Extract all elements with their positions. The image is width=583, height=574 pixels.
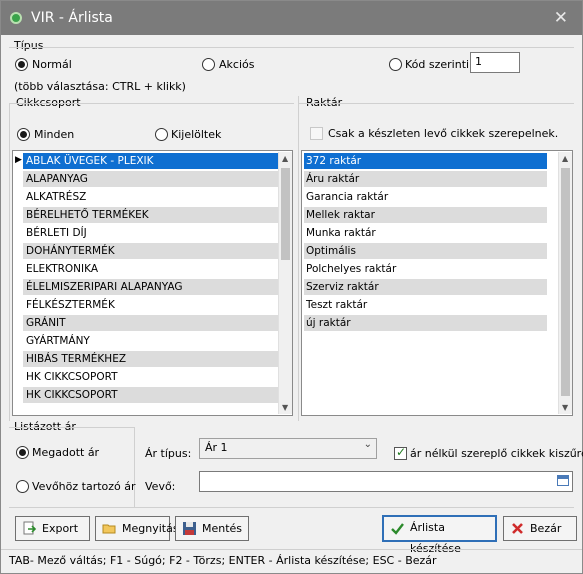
list-item[interactable]: FÉLKÉSZTERMÉK	[23, 297, 281, 313]
raktar-list[interactable]: 372 raktár Áru raktár Garancia raktár Me…	[301, 150, 573, 416]
list-item[interactable]: Mellek raktar	[304, 207, 547, 223]
list-item[interactable]: 372 raktár	[304, 153, 547, 169]
close-button[interactable]: Bezár	[503, 516, 577, 541]
floppy-disk-icon	[183, 522, 196, 535]
code-input[interactable]: 1	[470, 52, 520, 73]
radio-akcios-label: Akciós	[219, 58, 255, 71]
list-item[interactable]: ABLAK ÜVEGEK - PLEXIK	[23, 153, 281, 169]
cikkcsoport-scrollbar[interactable]: ▲ ▼	[278, 152, 292, 414]
checkmark-icon	[391, 523, 404, 535]
radio-kod-szerinti[interactable]	[389, 58, 402, 71]
tipus-group-line	[9, 47, 574, 48]
vevo-label: Vevő:	[145, 480, 176, 493]
list-item[interactable]: DOHÁNYTERMÉK	[23, 243, 281, 259]
list-item[interactable]: Áru raktár	[304, 171, 547, 187]
radio-megadott-ar[interactable]	[16, 446, 29, 459]
status-bar: TAB- Mező váltás; F1 - Súgó; F2 - Törzs;…	[1, 549, 582, 573]
status-text: TAB- Mező váltás; F1 - Súgó; F2 - Törzs;…	[9, 554, 437, 567]
radio-akcios[interactable]	[202, 58, 215, 71]
raktar-scrollbar[interactable]: ▲ ▼	[558, 152, 572, 414]
export-button[interactable]: Export	[15, 516, 90, 541]
tipus-label: Típus	[14, 39, 44, 52]
scroll-down-icon[interactable]: ▼	[282, 403, 288, 412]
list-item[interactable]: Teszt raktár	[304, 297, 547, 313]
close-icon[interactable]: ✕	[554, 8, 568, 28]
raktar-group-line	[299, 103, 574, 104]
ar-tipus-value: Ár 1	[205, 441, 228, 454]
list-item[interactable]: Garancia raktár	[304, 189, 547, 205]
radio-kijeloltek[interactable]	[155, 128, 168, 141]
cikkcsoport-list[interactable]: ▶ ABLAK ÜVEGEK - PLEXIK ALAPANYAG ALKATR…	[12, 150, 293, 416]
list-item[interactable]: HK CIKKCSOPORT	[23, 387, 281, 403]
scroll-thumb[interactable]	[561, 168, 570, 396]
list-item[interactable]: ELEKTRONIKA	[23, 261, 281, 277]
stock-only-checkbox[interactable]	[310, 127, 323, 140]
list-item[interactable]: GRÁNIT	[23, 315, 281, 331]
list-item[interactable]: ALKATRÉSZ	[23, 189, 281, 205]
scroll-thumb[interactable]	[281, 168, 290, 260]
list-item[interactable]: Polchelyes raktár	[304, 261, 547, 277]
lookup-icon[interactable]	[557, 475, 569, 486]
list-item[interactable]: BÉRLETI DÍJ	[23, 225, 281, 241]
folder-open-icon	[102, 524, 116, 534]
arlista-window: VIR - Árlista ✕ Típus Normál Akciós Kód …	[0, 0, 583, 574]
export-icon	[23, 521, 37, 535]
title-bar: VIR - Árlista ✕	[1, 1, 582, 35]
close-button-label: Bezár	[530, 522, 562, 535]
list-item[interactable]: HIBÁS TERMÉKHEZ	[23, 351, 281, 367]
create-pricelist-button[interactable]: Árlista készítése	[382, 515, 497, 555]
app-icon	[10, 12, 22, 24]
list-item[interactable]: új raktár	[304, 315, 547, 331]
list-item[interactable]: GYÁRTMÁNY	[23, 333, 281, 349]
export-button-label: Export	[42, 522, 79, 535]
filter-no-price-label: ár nélkül szereplő cikkek kiszűrése	[410, 447, 583, 460]
save-button[interactable]: Mentés	[175, 516, 249, 541]
vevo-input[interactable]	[199, 471, 573, 492]
red-x-icon	[512, 523, 523, 534]
list-item[interactable]: Munka raktár	[304, 225, 547, 241]
radio-normal[interactable]	[15, 58, 28, 71]
multi-select-hint: (több választása: CTRL + klikk)	[14, 80, 186, 93]
window-title: VIR - Árlista	[31, 10, 113, 26]
radio-normal-label: Normál	[32, 58, 72, 71]
open-button-label: Megnyitás	[122, 522, 179, 535]
ar-tipus-label: Ár típus:	[145, 447, 192, 460]
radio-vevohoz-ar[interactable]	[16, 480, 29, 493]
radio-minden[interactable]	[17, 128, 30, 141]
scroll-down-icon[interactable]: ▼	[562, 403, 568, 412]
radio-minden-label: Minden	[34, 128, 75, 141]
list-item[interactable]: HK CIKKCSOPORT	[23, 369, 281, 385]
scroll-up-icon[interactable]: ▲	[562, 154, 568, 163]
list-item[interactable]: ÉLELMISZERIPARI ALAPANYAG	[23, 279, 281, 295]
open-button[interactable]: Megnyitás	[95, 516, 179, 541]
list-item[interactable]: BÉRELHETŐ TERMÉKEK	[23, 207, 281, 223]
list-item[interactable]: Szerviz raktár	[304, 279, 547, 295]
filter-no-price-checkbox[interactable]	[394, 445, 407, 460]
list-item[interactable]: ALAPANYAG	[23, 171, 281, 187]
ar-tipus-select[interactable]: Ár 1 ⌄	[199, 438, 377, 459]
list-item[interactable]: Optimális	[304, 243, 547, 259]
cikkcsoport-group-line	[9, 103, 294, 104]
radio-vevohoz-ar-label: Vevőhöz tartozó ár	[32, 480, 136, 493]
save-button-label: Mentés	[202, 522, 243, 535]
radio-megadott-ar-label: Megadott ár	[32, 446, 100, 459]
stock-only-label: Csak a készleten levő cikkek szerepelnek…	[328, 127, 559, 140]
radio-kod-szerinti-label: Kód szerinti	[405, 58, 470, 71]
current-row-pointer-icon: ▶	[15, 155, 22, 165]
radio-kijeloltek-label: Kijelöltek	[171, 128, 222, 141]
chevron-down-icon: ⌄	[363, 439, 372, 450]
scroll-up-icon[interactable]: ▲	[282, 154, 288, 163]
